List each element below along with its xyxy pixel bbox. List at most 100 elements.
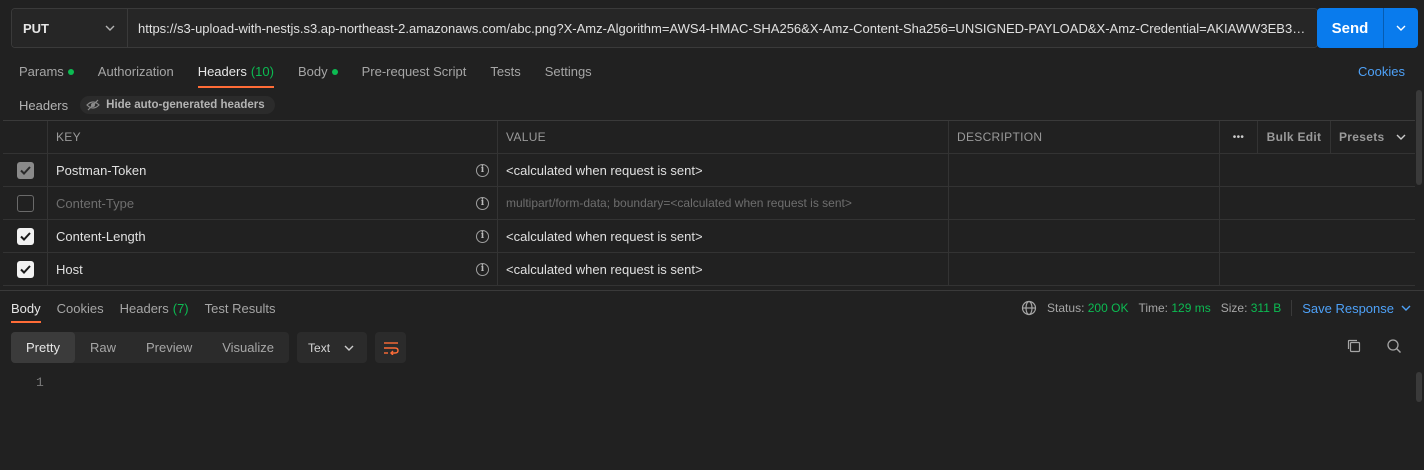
tab-label: Tests bbox=[490, 64, 521, 79]
headers-title: Headers bbox=[19, 97, 69, 113]
format-pretty[interactable]: Pretty bbox=[11, 332, 75, 363]
format-visualize[interactable]: Visualize bbox=[207, 332, 289, 363]
format-raw[interactable]: Raw bbox=[75, 332, 131, 363]
info-icon[interactable]: i bbox=[476, 262, 489, 276]
tab-authorization[interactable]: Authorization bbox=[98, 58, 174, 88]
row-checkbox[interactable] bbox=[16, 260, 34, 278]
separator bbox=[1291, 300, 1293, 316]
more-options-button[interactable]: ••• bbox=[1220, 121, 1258, 153]
headers-scrollbar[interactable] bbox=[1416, 90, 1422, 185]
tab-response-headers[interactable]: Headers (7) bbox=[120, 293, 189, 323]
hide-auto-headers-button[interactable]: Hide auto-generated headers bbox=[80, 96, 275, 114]
line-number: 1 bbox=[36, 375, 44, 390]
description-cell[interactable] bbox=[949, 154, 1220, 186]
time-label: Time: bbox=[1138, 301, 1169, 315]
size-value[interactable]: 311 B bbox=[1251, 301, 1281, 315]
key-cell[interactable]: Content-Length i bbox=[48, 220, 498, 252]
table-row: Host i <calculated when request is sent> bbox=[3, 253, 1415, 286]
description-cell[interactable] bbox=[949, 187, 1220, 219]
tab-label: Test Results bbox=[204, 301, 276, 316]
tab-headers[interactable]: Headers (10) bbox=[197, 58, 275, 88]
method-select[interactable]: PUT bbox=[12, 9, 128, 47]
key-cell[interactable]: Host i bbox=[48, 253, 498, 285]
tab-label: Authorization bbox=[97, 64, 174, 79]
response-tabs: Body Cookies Headers (7) Test Results bbox=[11, 293, 275, 323]
tab-params[interactable]: Params bbox=[19, 58, 74, 88]
tab-tests[interactable]: Tests bbox=[490, 58, 520, 88]
check-icon bbox=[19, 264, 31, 274]
presets-label: Presets bbox=[1339, 130, 1385, 144]
tab-label: Cookies bbox=[56, 301, 104, 316]
status-value[interactable]: 200 OK bbox=[1088, 301, 1129, 315]
pane-divider[interactable] bbox=[0, 290, 1424, 291]
header-value: <calculated when request is sent> bbox=[506, 228, 703, 244]
value-cell[interactable]: multipart/form-data; boundary=<calculate… bbox=[498, 187, 949, 219]
size-label: Size: bbox=[1220, 301, 1248, 315]
header-key: Postman-Token bbox=[56, 162, 147, 178]
url-input[interactable]: https://s3-upload-with-nestjs.s3.ap-nort… bbox=[128, 9, 1317, 47]
key-cell[interactable]: Content-Type i bbox=[48, 187, 498, 219]
response-headers-count: (7) bbox=[172, 301, 189, 316]
chevron-down-icon bbox=[1396, 25, 1406, 31]
tab-response-cookies[interactable]: Cookies bbox=[57, 293, 104, 323]
tab-settings[interactable]: Settings bbox=[545, 58, 592, 88]
request-tabs: Params Authorization Headers (10) Body P… bbox=[19, 58, 592, 88]
info-icon[interactable]: i bbox=[476, 229, 489, 243]
time-value[interactable]: 129 ms bbox=[1171, 301, 1210, 315]
key-cell[interactable]: Postman-Token i bbox=[48, 154, 498, 186]
description-column-header: DESCRIPTION bbox=[949, 121, 1220, 153]
send-button-group: Send bbox=[1317, 8, 1418, 48]
globe-icon[interactable] bbox=[1021, 300, 1037, 316]
save-response-button[interactable]: Save Response bbox=[1302, 301, 1412, 316]
send-button[interactable]: Send bbox=[1317, 8, 1383, 48]
headers-count: (10) bbox=[250, 64, 274, 79]
bulk-edit-button[interactable]: Bulk Edit bbox=[1258, 121, 1331, 153]
key-column-header: KEY bbox=[48, 121, 498, 153]
header-value: <calculated when request is sent> bbox=[506, 261, 703, 277]
copy-icon[interactable] bbox=[1346, 338, 1362, 354]
send-options-button[interactable] bbox=[1383, 8, 1418, 48]
value-cell[interactable]: <calculated when request is sent> bbox=[498, 253, 949, 285]
info-icon[interactable]: i bbox=[476, 196, 489, 210]
cookies-link[interactable]: Cookies bbox=[1358, 64, 1405, 79]
row-checkbox[interactable] bbox=[16, 227, 34, 245]
description-cell[interactable] bbox=[949, 220, 1220, 252]
tab-body[interactable]: Body bbox=[298, 58, 338, 88]
value-cell[interactable]: <calculated when request is sent> bbox=[498, 154, 949, 186]
value-cell[interactable]: <calculated when request is sent> bbox=[498, 220, 949, 252]
url-bar: PUT https://s3-upload-with-nestjs.s3.ap-… bbox=[11, 8, 1318, 48]
description-cell[interactable] bbox=[949, 253, 1220, 285]
table-row: Postman-Token i <calculated when request… bbox=[3, 154, 1415, 187]
row-spacer bbox=[1220, 220, 1415, 252]
table-row: Content-Length i <calculated when reques… bbox=[3, 220, 1415, 253]
headers-subheader: Headers Hide auto-generated headers bbox=[19, 96, 275, 114]
tab-prerequest-script[interactable]: Pre-request Script bbox=[362, 58, 467, 88]
presets-dropdown[interactable]: Presets bbox=[1331, 121, 1415, 153]
column-label: KEY bbox=[56, 130, 81, 144]
tab-test-results[interactable]: Test Results bbox=[205, 293, 276, 323]
tab-label: Params bbox=[19, 64, 64, 79]
header-key: Content-Length bbox=[56, 228, 146, 244]
format-preview[interactable]: Preview bbox=[131, 332, 207, 363]
row-spacer bbox=[1220, 187, 1415, 219]
content-type-label: Text bbox=[308, 340, 331, 355]
response-scrollbar[interactable] bbox=[1416, 372, 1422, 402]
wrap-lines-button[interactable] bbox=[375, 332, 407, 363]
headers-table: KEY VALUE DESCRIPTION ••• Bulk Edit Pres… bbox=[3, 120, 1415, 286]
search-icon[interactable] bbox=[1386, 338, 1402, 354]
format-segmented-control: Pretty Raw Preview Visualize bbox=[11, 332, 290, 363]
tab-response-body[interactable]: Body bbox=[11, 293, 41, 323]
tab-label: Body bbox=[297, 64, 328, 79]
chevron-down-icon bbox=[103, 21, 117, 35]
method-label: PUT bbox=[23, 20, 49, 36]
tab-label: Headers bbox=[197, 64, 247, 79]
save-response-label: Save Response bbox=[1302, 300, 1394, 316]
info-icon[interactable]: i bbox=[476, 163, 489, 177]
indicator-dot bbox=[67, 69, 74, 75]
header-value: <calculated when request is sent> bbox=[506, 162, 703, 178]
row-checkbox[interactable] bbox=[16, 161, 34, 179]
tab-label: Body bbox=[11, 301, 41, 316]
content-type-select[interactable]: Text bbox=[297, 332, 368, 363]
row-checkbox[interactable] bbox=[16, 194, 34, 212]
bulk-edit-label: Bulk Edit bbox=[1266, 130, 1322, 144]
